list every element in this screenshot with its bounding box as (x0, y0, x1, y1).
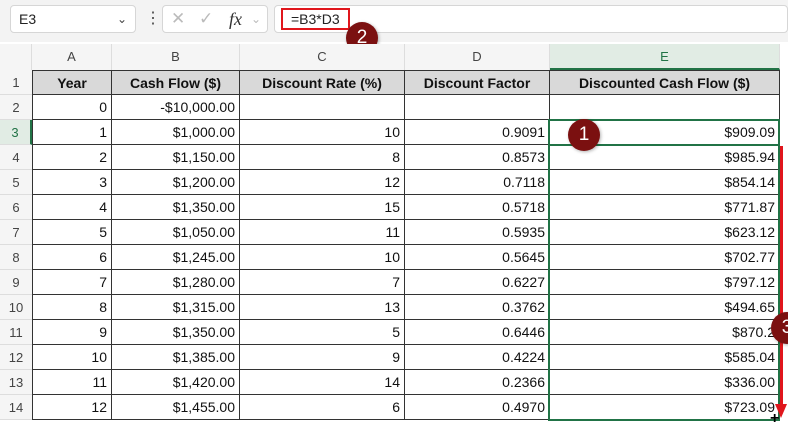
table-cell[interactable]: 0.4224 (405, 345, 550, 370)
table-cell[interactable]: 0.2366 (405, 370, 550, 395)
table-cell[interactable]: 0.7118 (405, 170, 550, 195)
row-header-13[interactable]: 13 (0, 370, 32, 395)
header-cell[interactable]: Discounted Cash Flow ($) (550, 70, 780, 95)
table-cell[interactable]: 9 (32, 320, 112, 345)
table-cell[interactable]: 6 (240, 395, 405, 420)
table-cell[interactable]: -$10,000.00 (112, 95, 240, 120)
row-header-6[interactable]: 6 (0, 195, 32, 220)
row-header-11[interactable]: 11 (0, 320, 32, 345)
table-cell[interactable] (405, 95, 550, 120)
table-cell[interactable]: 0.9091 (405, 120, 550, 145)
table-cell[interactable]: 10 (32, 345, 112, 370)
name-box[interactable]: E3 ⌄ (10, 5, 136, 33)
row-header-8[interactable]: 8 (0, 245, 32, 270)
table-cell[interactable]: $1,420.00 (112, 370, 240, 395)
table-cell[interactable]: $1,000.00 (112, 120, 240, 145)
table-cell[interactable]: 10 (240, 120, 405, 145)
table-cell[interactable]: $1,385.00 (112, 345, 240, 370)
table-cell[interactable]: 11 (32, 370, 112, 395)
table-cell[interactable]: 0.5645 (405, 245, 550, 270)
more-icon[interactable]: ⋮ (145, 10, 161, 28)
table-cell[interactable]: 15 (240, 195, 405, 220)
table-cell[interactable]: 2 (32, 145, 112, 170)
chevron-down-icon[interactable]: ⌄ (117, 6, 127, 32)
table-cell[interactable]: 7 (240, 270, 405, 295)
table-cell[interactable]: 11 (240, 220, 405, 245)
table-cell[interactable]: 4 (32, 195, 112, 220)
row-header-7[interactable]: 7 (0, 220, 32, 245)
fill-handle-cursor-icon: + (770, 410, 780, 427)
x-icon[interactable]: ✕ (171, 6, 185, 32)
column-header-E[interactable]: E (550, 44, 780, 70)
table-cell[interactable]: $1,455.00 (112, 395, 240, 420)
name-box-value: E3 (19, 11, 37, 27)
table-cell[interactable]: 8 (240, 145, 405, 170)
row-header-12[interactable]: 12 (0, 345, 32, 370)
column-header-A[interactable]: A (32, 44, 112, 70)
table-cell[interactable]: 9 (240, 345, 405, 370)
table-cell[interactable]: 0.5935 (405, 220, 550, 245)
row-header-5[interactable]: 5 (0, 170, 32, 195)
selection-range (548, 119, 780, 421)
formula-toolbar: E3 ⌄ ⋮ ✕ ✓ fx ⌄ =B3*D3 (0, 0, 788, 42)
row-header-4[interactable]: 4 (0, 145, 32, 170)
column-header-D[interactable]: D (405, 44, 550, 70)
table-cell[interactable]: 14 (240, 370, 405, 395)
table-cell[interactable]: $1,245.00 (112, 245, 240, 270)
table-cell[interactable]: 0.6227 (405, 270, 550, 295)
table-cell[interactable]: $1,200.00 (112, 170, 240, 195)
table-cell[interactable]: 0.4970 (405, 395, 550, 420)
header-cell[interactable]: Year (32, 70, 112, 95)
table-cell[interactable]: 5 (32, 220, 112, 245)
table-cell[interactable]: 3 (32, 170, 112, 195)
table-cell[interactable]: 1 (32, 120, 112, 145)
table-cell[interactable]: 5 (240, 320, 405, 345)
table-cell[interactable]: $1,350.00 (112, 195, 240, 220)
table-cell[interactable] (240, 95, 405, 120)
row-header-1[interactable]: 1 (0, 70, 32, 95)
row-header-2[interactable]: 2 (0, 95, 32, 120)
header-cell[interactable]: Discount Rate (%) (240, 70, 405, 95)
select-all-corner[interactable] (0, 44, 32, 70)
table-cell[interactable]: 7 (32, 270, 112, 295)
check-icon[interactable]: ✓ (199, 6, 213, 32)
table-cell[interactable]: $1,280.00 (112, 270, 240, 295)
table-cell[interactable]: $1,350.00 (112, 320, 240, 345)
table-cell[interactable]: 0.8573 (405, 145, 550, 170)
table-cell[interactable]: $1,150.00 (112, 145, 240, 170)
table-cell[interactable]: 0 (32, 95, 112, 120)
table-cell[interactable]: 10 (240, 245, 405, 270)
formula-text: =B3*D3 (281, 8, 350, 30)
table-cell[interactable]: 8 (32, 295, 112, 320)
fill-arrow (780, 146, 783, 408)
table-cell[interactable] (550, 95, 780, 120)
row-header-9[interactable]: 9 (0, 270, 32, 295)
step-badge-1: 1 (568, 119, 600, 151)
header-cell[interactable]: Discount Factor (405, 70, 550, 95)
table-cell[interactable]: $1,050.00 (112, 220, 240, 245)
column-header-B[interactable]: B (112, 44, 240, 70)
header-cell[interactable]: Cash Flow ($) (112, 70, 240, 95)
table-cell[interactable]: 0.6446 (405, 320, 550, 345)
formula-controls: ✕ ✓ fx ⌄ (162, 5, 268, 33)
table-cell[interactable]: 12 (32, 395, 112, 420)
chevron-down-icon[interactable]: ⌄ (251, 6, 261, 32)
table-cell[interactable]: 12 (240, 170, 405, 195)
table-cell[interactable]: 0.3762 (405, 295, 550, 320)
row-header-3[interactable]: 3 (0, 120, 32, 145)
table-cell[interactable]: 0.5718 (405, 195, 550, 220)
row-header-10[interactable]: 10 (0, 295, 32, 320)
row-header-14[interactable]: 14 (0, 395, 32, 420)
fx-icon[interactable]: fx (229, 6, 242, 32)
column-header-C[interactable]: C (240, 44, 405, 70)
table-cell[interactable]: 6 (32, 245, 112, 270)
table-cell[interactable]: 13 (240, 295, 405, 320)
table-cell[interactable]: $1,315.00 (112, 295, 240, 320)
